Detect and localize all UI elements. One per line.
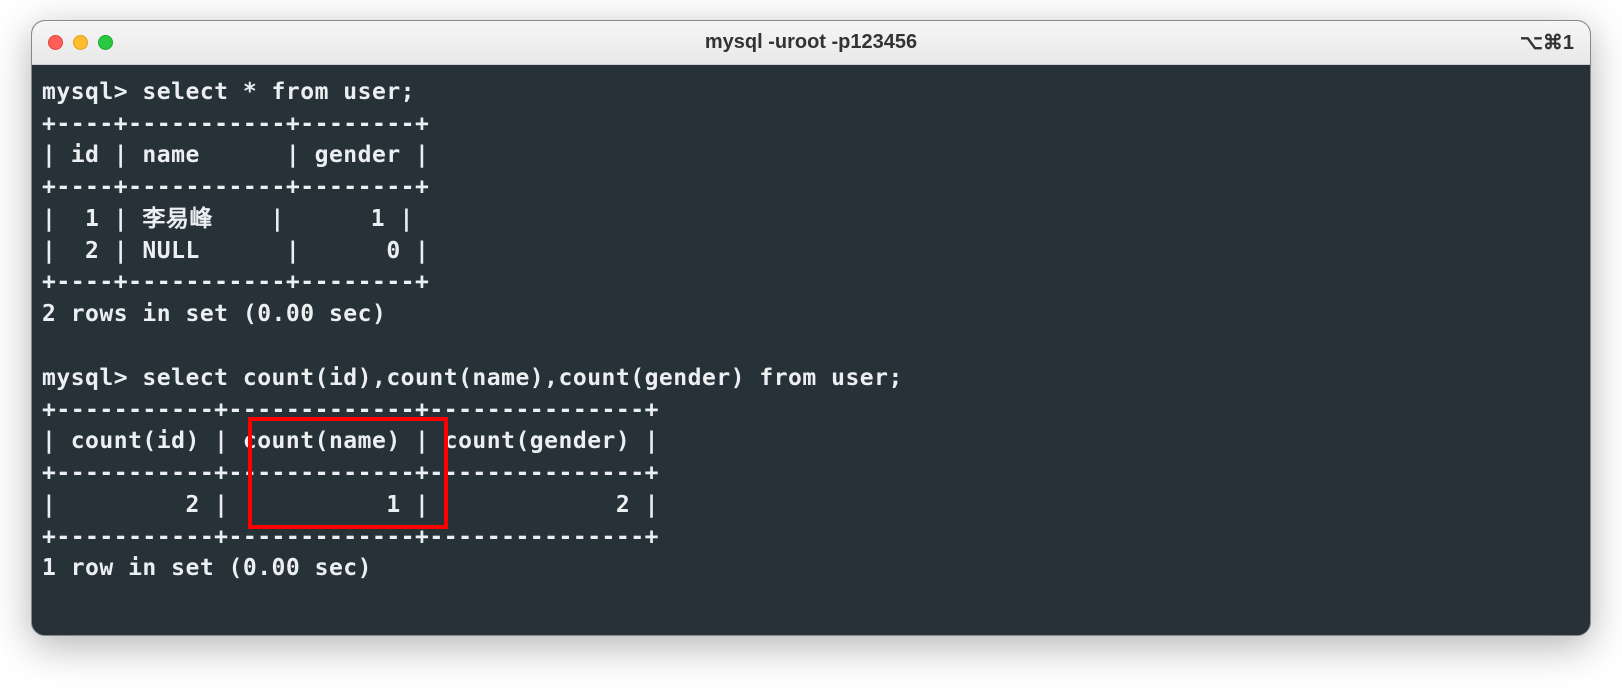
terminal-line: +-----------+-------------+-------------… [42,458,1580,490]
window-shortcut: ⌥⌘1 [1520,30,1574,55]
terminal-line: | count(id) | count(name) | count(gender… [42,426,1580,458]
terminal-line: +-----------+-------------+-------------… [42,522,1580,554]
titlebar: mysql -uroot -p123456 ⌥⌘1 [32,21,1590,65]
terminal-line: +-----------+-------------+-------------… [42,395,1580,427]
terminal-line: 1 row in set (0.00 sec) [42,553,1580,585]
maximize-button[interactable] [98,35,113,50]
terminal-line: | 2 | NULL | 0 | [42,236,1580,268]
terminal-line: | 1 | 李易峰 | 1 | [42,204,1580,236]
terminal-line: mysql> select * from user; [42,77,1580,109]
terminal-line: 2 rows in set (0.00 sec) [42,299,1580,331]
terminal-line: +----+-----------+--------+ [42,267,1580,299]
terminal-body[interactable]: mysql> select * from user; +----+-------… [32,65,1590,635]
terminal-line: | id | name | gender | [42,140,1580,172]
close-button[interactable] [48,35,63,50]
window-title: mysql -uroot -p123456 [705,31,917,54]
terminal-line: +----+-----------+--------+ [42,109,1580,141]
terminal-line: | 2 | 1 | 2 | [42,490,1580,522]
terminal-window: mysql -uroot -p123456 ⌥⌘1 mysql> select … [31,20,1591,636]
traffic-lights [48,35,113,50]
terminal-line: mysql> select count(id),count(name),coun… [42,363,1580,395]
terminal-blank-line [42,331,1580,363]
terminal-line: +----+-----------+--------+ [42,172,1580,204]
minimize-button[interactable] [73,35,88,50]
